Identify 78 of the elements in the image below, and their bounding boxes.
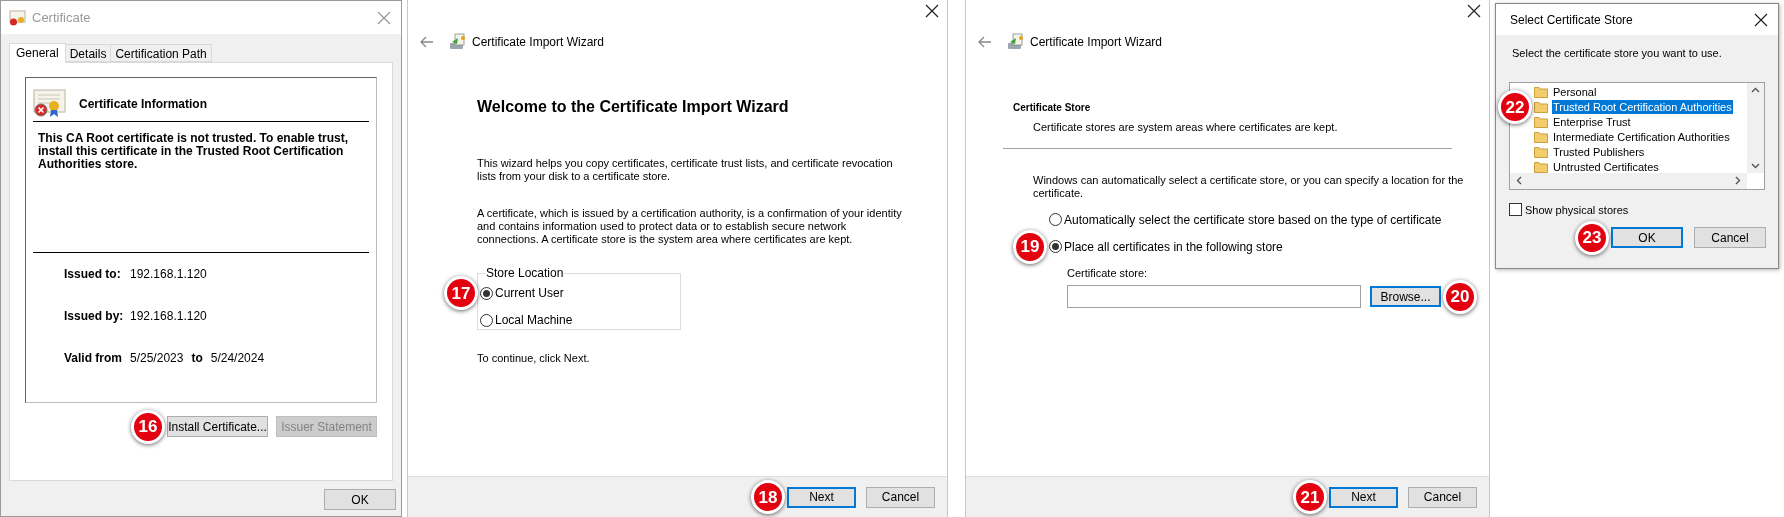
vertical-scrollbar[interactable] xyxy=(1747,82,1764,173)
certificate-app-icon xyxy=(9,9,26,26)
folder-icon xyxy=(1534,86,1548,98)
scroll-right-icon[interactable] xyxy=(1735,176,1741,185)
radio-button[interactable] xyxy=(480,286,493,300)
group-label: Store Location xyxy=(485,265,565,282)
back-arrow-icon[interactable] xyxy=(978,36,992,48)
dialog-button[interactable]: Cancel xyxy=(1694,227,1766,248)
scroll-down-icon[interactable] xyxy=(1751,162,1760,169)
close-icon[interactable] xyxy=(925,4,939,18)
step-badge: 21 xyxy=(1293,480,1327,514)
field-label: to xyxy=(191,350,203,367)
certificate-store-field[interactable] xyxy=(1067,285,1361,308)
radio-button[interactable] xyxy=(480,313,493,327)
dialog-button[interactable]: Cancel xyxy=(1408,486,1477,508)
tree-item[interactable]: Untrusted Certificates xyxy=(1552,160,1660,174)
radio-label[interactable]: Place all certificates in the following store xyxy=(1064,237,1283,256)
wizard-title: Certificate Import Wizard xyxy=(1030,34,1163,51)
radio-label[interactable]: Current User xyxy=(495,284,564,302)
checkbox[interactable] xyxy=(1509,203,1522,217)
tree-item[interactable]: Trusted Publishers xyxy=(1552,145,1646,159)
radio-button[interactable] xyxy=(1049,213,1062,226)
field-value: 192.168.1.120 xyxy=(130,308,207,325)
scroll-up-icon[interactable] xyxy=(1751,86,1760,93)
dialog-button[interactable]: Next xyxy=(1329,486,1398,508)
horizontal-scrollbar[interactable] xyxy=(1510,172,1747,189)
tree-item[interactable]: Intermediate Certification Authorities xyxy=(1552,130,1731,144)
trust-warning: This CA Root certificate is not trusted. To enable trust, install this certificate in the Trusted Root Certification Authorities store. xyxy=(33,122,369,253)
radio-button[interactable] xyxy=(1049,240,1062,253)
field-label: Valid from xyxy=(64,350,122,367)
folder-icon xyxy=(1534,131,1548,143)
wizard-paragraph: A certificate, which is issued by a certification authority, is a confirmation of your identity and contains information used to protect data or to establish secure network connections. A certificate store is the system area where certificates are kept. xyxy=(477,207,903,246)
certificate-wizard-icon xyxy=(448,32,468,52)
step-badge: 23 xyxy=(1575,220,1609,255)
checkbox-label[interactable]: Show physical stores xyxy=(1525,201,1629,218)
back-arrow-icon[interactable] xyxy=(420,36,434,48)
dialog-prompt: Select the certificate store you want to use. xyxy=(1511,46,1723,61)
tree-item[interactable]: Enterprise Trust xyxy=(1552,115,1632,129)
scroll-left-icon[interactable] xyxy=(1516,176,1522,185)
field-value: 5/25/2023 xyxy=(130,350,184,367)
certificate-error-icon xyxy=(33,88,67,119)
wizard-paragraph: This wizard helps you copy certificates, certificate trust lists, and certificate revocation lists from your disk to a certificate store. xyxy=(477,157,894,183)
ok-button[interactable]: OK xyxy=(324,489,396,510)
dialog-button[interactable]: Next xyxy=(787,486,856,508)
folder-icon xyxy=(1534,101,1548,113)
tab[interactable]: Details xyxy=(65,44,112,62)
browse-button[interactable]: Browse... xyxy=(1370,286,1441,307)
radio-label[interactable]: Automatically select the certificate store based on the type of certificate xyxy=(1064,210,1442,229)
window-title: Certificate xyxy=(32,8,91,27)
info-title: Certificate Information xyxy=(79,95,207,113)
folder-icon xyxy=(1534,146,1548,158)
tree-item[interactable]: Trusted Root Certification Authorities xyxy=(1552,100,1733,114)
field-value: 192.168.1.120 xyxy=(130,266,207,283)
tab[interactable]: Certification Path xyxy=(111,44,212,62)
tree-item[interactable]: Personal xyxy=(1552,85,1598,99)
radio-label[interactable]: Local Machine xyxy=(495,311,573,329)
dialog-button[interactable]: Install Certificate... xyxy=(167,416,268,437)
store-paragraph: Windows can automatically select a certificate store, or you can specify a location for the certificate. xyxy=(1033,173,1465,200)
section-title: Certificate Store xyxy=(1013,101,1092,115)
certificate-wizard-icon xyxy=(1006,32,1026,52)
step-badge: 17 xyxy=(444,276,478,310)
close-icon[interactable] xyxy=(1467,4,1481,18)
dialog-button[interactable]: Cancel xyxy=(866,486,935,508)
field-label: Issued by: xyxy=(64,308,120,325)
section-subtitle: Certificate stores are system areas where certificates are kept. xyxy=(1032,120,1339,135)
store-label: Certificate store: xyxy=(1067,265,1149,281)
window-title: Select Certificate Store xyxy=(1510,11,1633,29)
step-badge: 22 xyxy=(1498,90,1532,124)
close-icon[interactable] xyxy=(1754,12,1768,27)
step-badge: 18 xyxy=(751,480,785,514)
field-value: 5/24/2024 xyxy=(210,350,265,367)
continue-hint: To continue, click Next. xyxy=(477,351,591,366)
dialog-button[interactable]: OK xyxy=(1611,227,1683,248)
wizard-heading: Welcome to the Certificate Import Wizard xyxy=(477,97,790,117)
wizard-title: Certificate Import Wizard xyxy=(472,34,605,51)
tab[interactable]: General xyxy=(9,43,66,63)
field-label: Issued to: xyxy=(64,266,120,283)
folder-icon xyxy=(1534,116,1548,128)
